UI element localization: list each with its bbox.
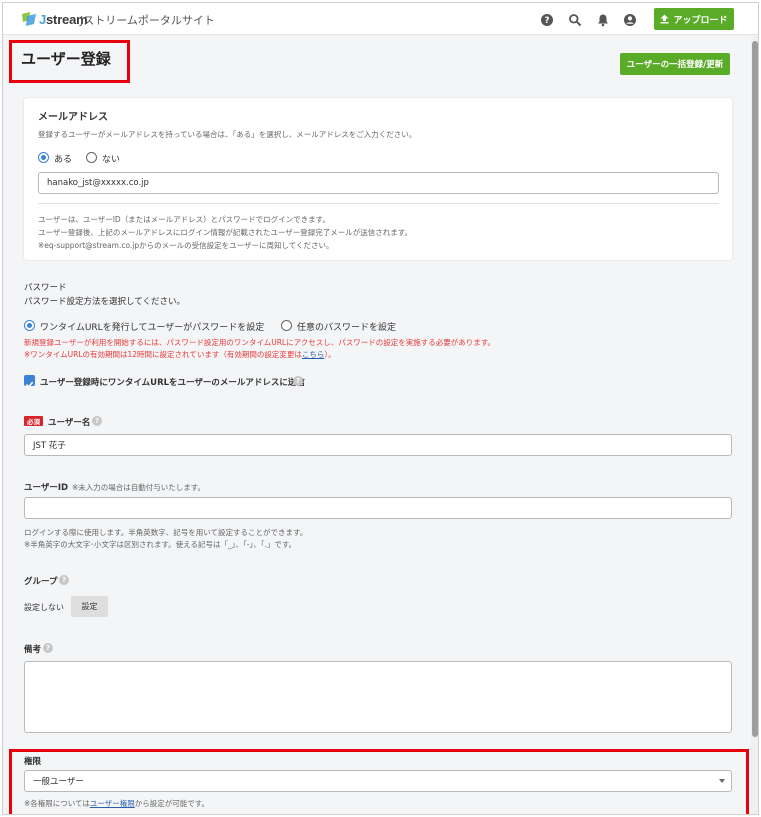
email-input[interactable]: hanako_jst@xxxxx.co.jp — [38, 172, 719, 194]
send-onetime-url-label: ユーザー登録時にワンタイムURLをユーザーのメールアドレスに送信 — [40, 378, 305, 388]
upload-label: アップロード — [673, 15, 728, 26]
search-icon[interactable] — [568, 12, 582, 27]
email-radio-no-label: ない — [102, 155, 121, 165]
send-help-icon[interactable]: ? — [293, 376, 303, 386]
bell-icon[interactable] — [596, 12, 610, 27]
group-help-icon[interactable]: ? — [59, 575, 69, 585]
jstream-logo[interactable]: Jstream — [21, 10, 88, 28]
remarks-label: 備考 — [24, 645, 42, 655]
password-warning-1: 新規登録ユーザーが利用を開始するには、パスワード設定用のワンタイムURLにアクセ… — [24, 338, 495, 347]
email-radio-no[interactable] — [86, 152, 97, 163]
email-heading: メールアドレス — [38, 112, 108, 123]
email-radio-yes-label: ある — [54, 155, 73, 165]
password-radio-custom[interactable] — [281, 320, 292, 331]
password-radio-onetime[interactable] — [24, 320, 35, 331]
logo-mark-icon — [21, 11, 37, 27]
username-help-icon[interactable]: ? — [92, 416, 102, 426]
bulk-register-button[interactable]: ユーザーの一括登録/更新 — [620, 53, 730, 75]
password-warning-2: ※ワンタイムURLの有効期間は12時間に設定されています（有効期間の設定変更はこ… — [24, 350, 336, 359]
username-label: ユーザー名 — [48, 418, 91, 428]
userid-input[interactable] — [24, 497, 732, 519]
upload-icon — [660, 14, 669, 24]
email-note-3: ※eq-support@stream.co.jpからのメールの受信設定をユーザー… — [38, 241, 334, 250]
userid-note-2: ※半角英字の大文字･小文字は区別されます。使える記号は「_」、「-」、「.」です… — [24, 540, 297, 549]
upload-button[interactable]: アップロード — [654, 8, 734, 30]
highlight-box-title — [9, 40, 130, 83]
user-icon[interactable] — [623, 12, 637, 26]
email-card: メールアドレス 登録するユーザーがメールアドレスを持っている場合は、「ある」を選… — [24, 98, 732, 260]
app-window: Jstream Jストリームポータルサイト ? アップロード ユーザー登録 ユー… — [2, 2, 759, 815]
userid-hint: ※未入力の場合は自動付与いたします。 — [72, 483, 206, 492]
group-label: グループ — [24, 577, 58, 587]
required-badge: 必須 — [24, 416, 43, 426]
username-input[interactable]: JST 花子 — [24, 434, 732, 456]
email-note-2: ユーザー登録後、上記のメールアドレスにログイン情報が記載されたユーザー登録完了メ… — [38, 228, 412, 237]
highlight-box-role — [9, 749, 749, 814]
help-icon[interactable]: ? — [540, 12, 554, 26]
password-radio-custom-label: 任意のパスワードを設定 — [297, 323, 397, 333]
email-divider — [38, 203, 719, 204]
scrollbar-thumb[interactable] — [752, 41, 758, 737]
email-note-1: ユーザーは、ユーザーID（またはメールアドレス）とパスワードでログインできます。 — [38, 215, 330, 224]
password-radio-onetime-label: ワンタイムURLを発行してユーザーがパスワードを設定 — [40, 323, 265, 333]
email-radio-yes[interactable] — [38, 152, 49, 163]
remarks-textarea[interactable] — [24, 661, 732, 733]
svg-text:?: ? — [544, 16, 549, 26]
password-heading: パスワード — [24, 283, 67, 293]
group-status: 設定しない — [24, 603, 64, 612]
portal-title: Jストリームポータルサイト — [80, 14, 215, 27]
remarks-help-icon[interactable]: ? — [43, 643, 53, 653]
password-description: パスワード設定方法を選択してください。 — [24, 297, 185, 307]
check-icon — [25, 381, 34, 388]
group-set-button[interactable]: 設定 — [71, 596, 108, 617]
userid-label: ユーザーID — [24, 483, 69, 493]
top-bar: Jstream Jストリームポータルサイト ? アップロード — [3, 3, 758, 35]
send-onetime-url-checkbox[interactable] — [24, 375, 35, 388]
validity-settings-link[interactable]: こちら — [302, 350, 325, 359]
scrollbar[interactable] — [751, 36, 758, 814]
userid-note-1: ログインする際に使用します。半角英数字、記号を用いて設定することができます。 — [24, 528, 308, 537]
email-description: 登録するユーザーがメールアドレスを持っている場合は、「ある」を選択し、メールアド… — [38, 130, 417, 139]
